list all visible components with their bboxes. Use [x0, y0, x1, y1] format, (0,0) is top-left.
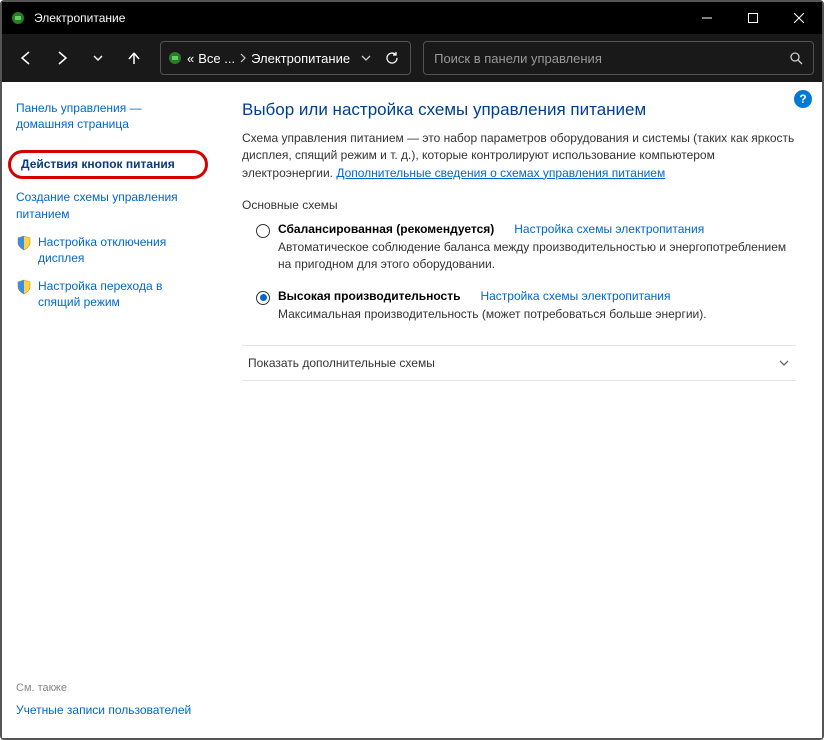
breadcrumb-prefix: «: [187, 51, 194, 66]
plan-name[interactable]: Сбалансированная (рекомендуется): [278, 222, 494, 236]
recent-dropdown[interactable]: [82, 42, 114, 74]
see-also-section: См. также Учетные записи пользователей: [16, 682, 191, 718]
plan-name[interactable]: Высокая производительность: [278, 289, 460, 303]
power-plan-high-perf: Высокая производительность Настройка схе…: [256, 289, 796, 333]
titlebar: Электропитание: [2, 2, 822, 34]
chevron-down-icon[interactable]: [354, 42, 378, 74]
chevron-down-icon: [778, 357, 790, 369]
radio-high-perf[interactable]: [256, 291, 270, 305]
sidebar-item-create-plan[interactable]: Создание схемы управления питанием: [16, 189, 202, 221]
power-icon: [10, 10, 26, 26]
plan-desc: Максимальная производительность (может п…: [278, 306, 796, 323]
window-controls: [684, 2, 822, 34]
navbar: « Все ... Электропитание Поиск в панели …: [2, 34, 822, 82]
sidebar: Панель управления — домашняя страница Де…: [2, 82, 212, 738]
sidebar-item-display-off[interactable]: Настройка отключения дисплея: [16, 234, 202, 266]
main-panel: Выбор или настройка схемы управления пит…: [212, 82, 822, 738]
power-icon: [167, 50, 183, 66]
close-button[interactable]: [776, 2, 822, 34]
intro-link[interactable]: Дополнительные сведения о схемах управле…: [336, 166, 665, 180]
section-header: Основные схемы: [242, 198, 796, 212]
address-bar[interactable]: « Все ... Электропитание: [160, 41, 411, 75]
sidebar-item-sleep-mode[interactable]: Настройка перехода в спящий режим: [16, 278, 202, 310]
up-button[interactable]: [118, 42, 150, 74]
sidebar-item-power-buttons[interactable]: Действия кнопок питания: [8, 150, 208, 179]
plan-config-link[interactable]: Настройка схемы электропитания: [514, 222, 704, 236]
search-icon: [789, 51, 803, 65]
search-placeholder: Поиск в панели управления: [434, 51, 789, 66]
forward-button[interactable]: [46, 42, 78, 74]
window-title: Электропитание: [34, 11, 684, 25]
page-heading: Выбор или настройка схемы управления пит…: [242, 100, 796, 120]
power-plan-balanced: Сбалансированная (рекомендуется) Настрой…: [256, 222, 796, 283]
minimize-button[interactable]: [684, 2, 730, 34]
see-also-link[interactable]: Учетные записи пользователей: [16, 702, 191, 718]
back-button[interactable]: [10, 42, 42, 74]
chevron-right-icon: [239, 53, 247, 63]
plan-desc: Автоматическое соблюдение баланса между …: [278, 239, 796, 273]
refresh-button[interactable]: [380, 42, 404, 74]
intro-text: Схема управления питанием — это набор па…: [242, 130, 796, 182]
content-area: ? Панель управления — домашняя страница …: [2, 82, 822, 738]
search-input[interactable]: Поиск в панели управления: [423, 41, 814, 75]
plan-config-link[interactable]: Настройка схемы электропитания: [480, 289, 670, 303]
sidebar-home-link[interactable]: Панель управления — домашняя страница: [16, 100, 202, 132]
breadcrumb-item[interactable]: Электропитание: [251, 51, 350, 66]
shield-icon: [16, 235, 32, 251]
maximize-button[interactable]: [730, 2, 776, 34]
see-also-header: См. также: [16, 682, 191, 694]
breadcrumb-item[interactable]: Все ...: [198, 51, 235, 66]
shield-icon: [16, 279, 32, 295]
radio-balanced[interactable]: [256, 224, 270, 238]
show-more-plans[interactable]: Показать дополнительные схемы: [242, 345, 796, 381]
